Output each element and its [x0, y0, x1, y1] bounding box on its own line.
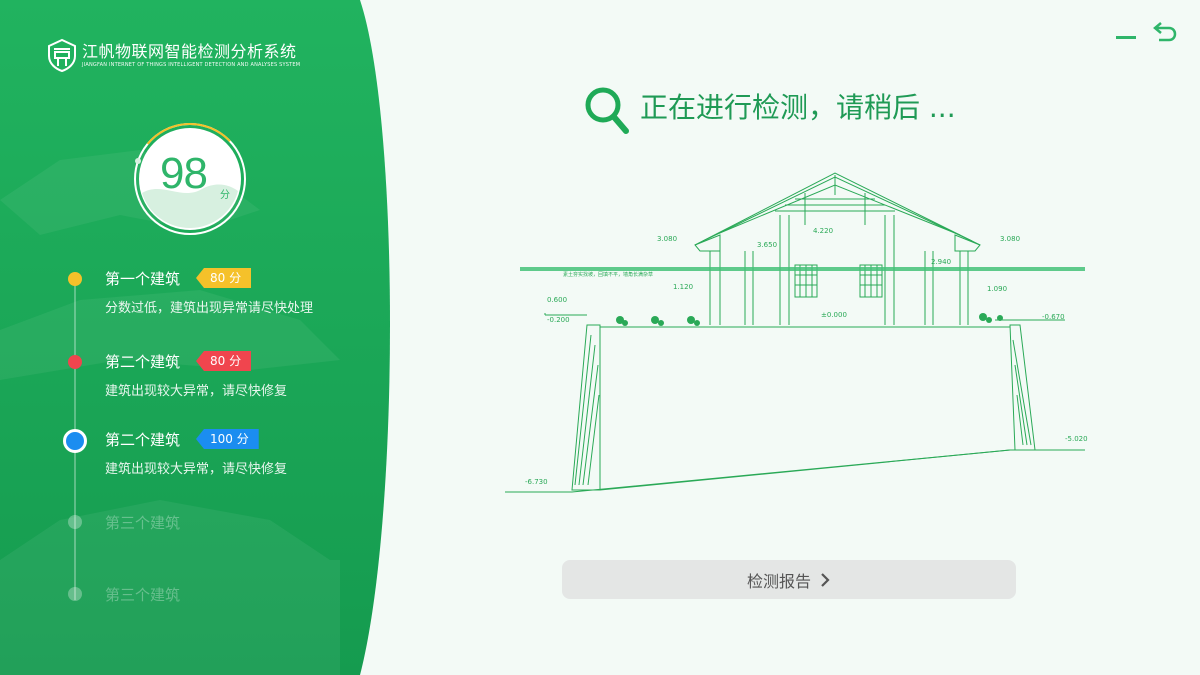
fortress-logo-icon: [48, 38, 76, 72]
step-2-dot: [68, 355, 82, 369]
level-label: 1.120: [673, 283, 693, 291]
step-4-title: 第三个建筑: [105, 514, 181, 532]
level-label: -0.670: [1042, 313, 1065, 321]
drawing-note: 素土夯实找坡，回填不平，墙角长满杂草: [563, 271, 653, 278]
level-label: 2.940: [931, 258, 951, 266]
status-message: 正在进行检测，请稍后 ...: [640, 91, 956, 124]
level-label: 3.080: [1000, 235, 1020, 243]
app-logo: 江帆物联网智能检测分析系统 JIANGFAN INTERNET OF THING…: [46, 38, 300, 72]
step-2-score-badge: 80 分: [196, 351, 252, 371]
search-icon: [585, 87, 629, 134]
step-4-dot: [68, 515, 82, 529]
step-5-title: 第三个建筑: [105, 586, 181, 604]
step-3-dot: [63, 429, 87, 453]
level-label: 3.650: [757, 241, 777, 249]
step-1-dot: [68, 272, 82, 286]
step-3-title: 第二个建筑: [105, 431, 181, 449]
level-label: -0.200: [547, 316, 570, 324]
gauge-marker: [135, 158, 141, 164]
report-button[interactable]: 检测报告: [562, 560, 1016, 599]
step-5-dot: [68, 587, 82, 601]
score-unit: 分: [220, 190, 230, 201]
step-2-title: 第二个建筑: [105, 353, 181, 371]
minimize-button[interactable]: [1116, 36, 1136, 39]
step-1-score-badge: 80 分: [196, 268, 252, 288]
building-section-drawing: 3.080 3.650 4.220 3.080 2.940 1.120 1.09…: [505, 172, 1088, 493]
step-2-description: 建筑出现较大异常，请尽快修复: [105, 384, 288, 399]
level-label: 1.090: [987, 285, 1007, 293]
level-label: ±0.000: [821, 311, 847, 319]
step-1-description: 分数过低，建筑出现异常请尽快处理: [105, 301, 314, 316]
level-label: 3.080: [657, 235, 677, 243]
score-value: 98: [160, 149, 208, 198]
level-label: 0.600: [547, 296, 567, 304]
step-1-title: 第一个建筑: [105, 270, 181, 288]
level-label: 4.220: [813, 227, 833, 235]
sidebar-background: [0, 0, 390, 675]
chevron-right-icon: [821, 572, 830, 587]
report-button-label: 检测报告: [746, 571, 811, 591]
back-icon[interactable]: [1151, 20, 1177, 42]
level-label: -6.730: [525, 478, 548, 486]
level-label: -5.020: [1065, 435, 1088, 443]
step-3-description: 建筑出现较大异常，请尽快修复: [105, 462, 288, 477]
app-subtitle: JIANGFAN INTERNET OF THINGS INTELLIGENT …: [82, 61, 301, 68]
app-title: 江帆物联网智能检测分析系统: [82, 41, 297, 61]
step-3-score-badge: 100 分: [196, 429, 259, 449]
sidebar: 江帆物联网智能检测分析系统 JIANGFAN INTERNET OF THING…: [0, 0, 400, 675]
